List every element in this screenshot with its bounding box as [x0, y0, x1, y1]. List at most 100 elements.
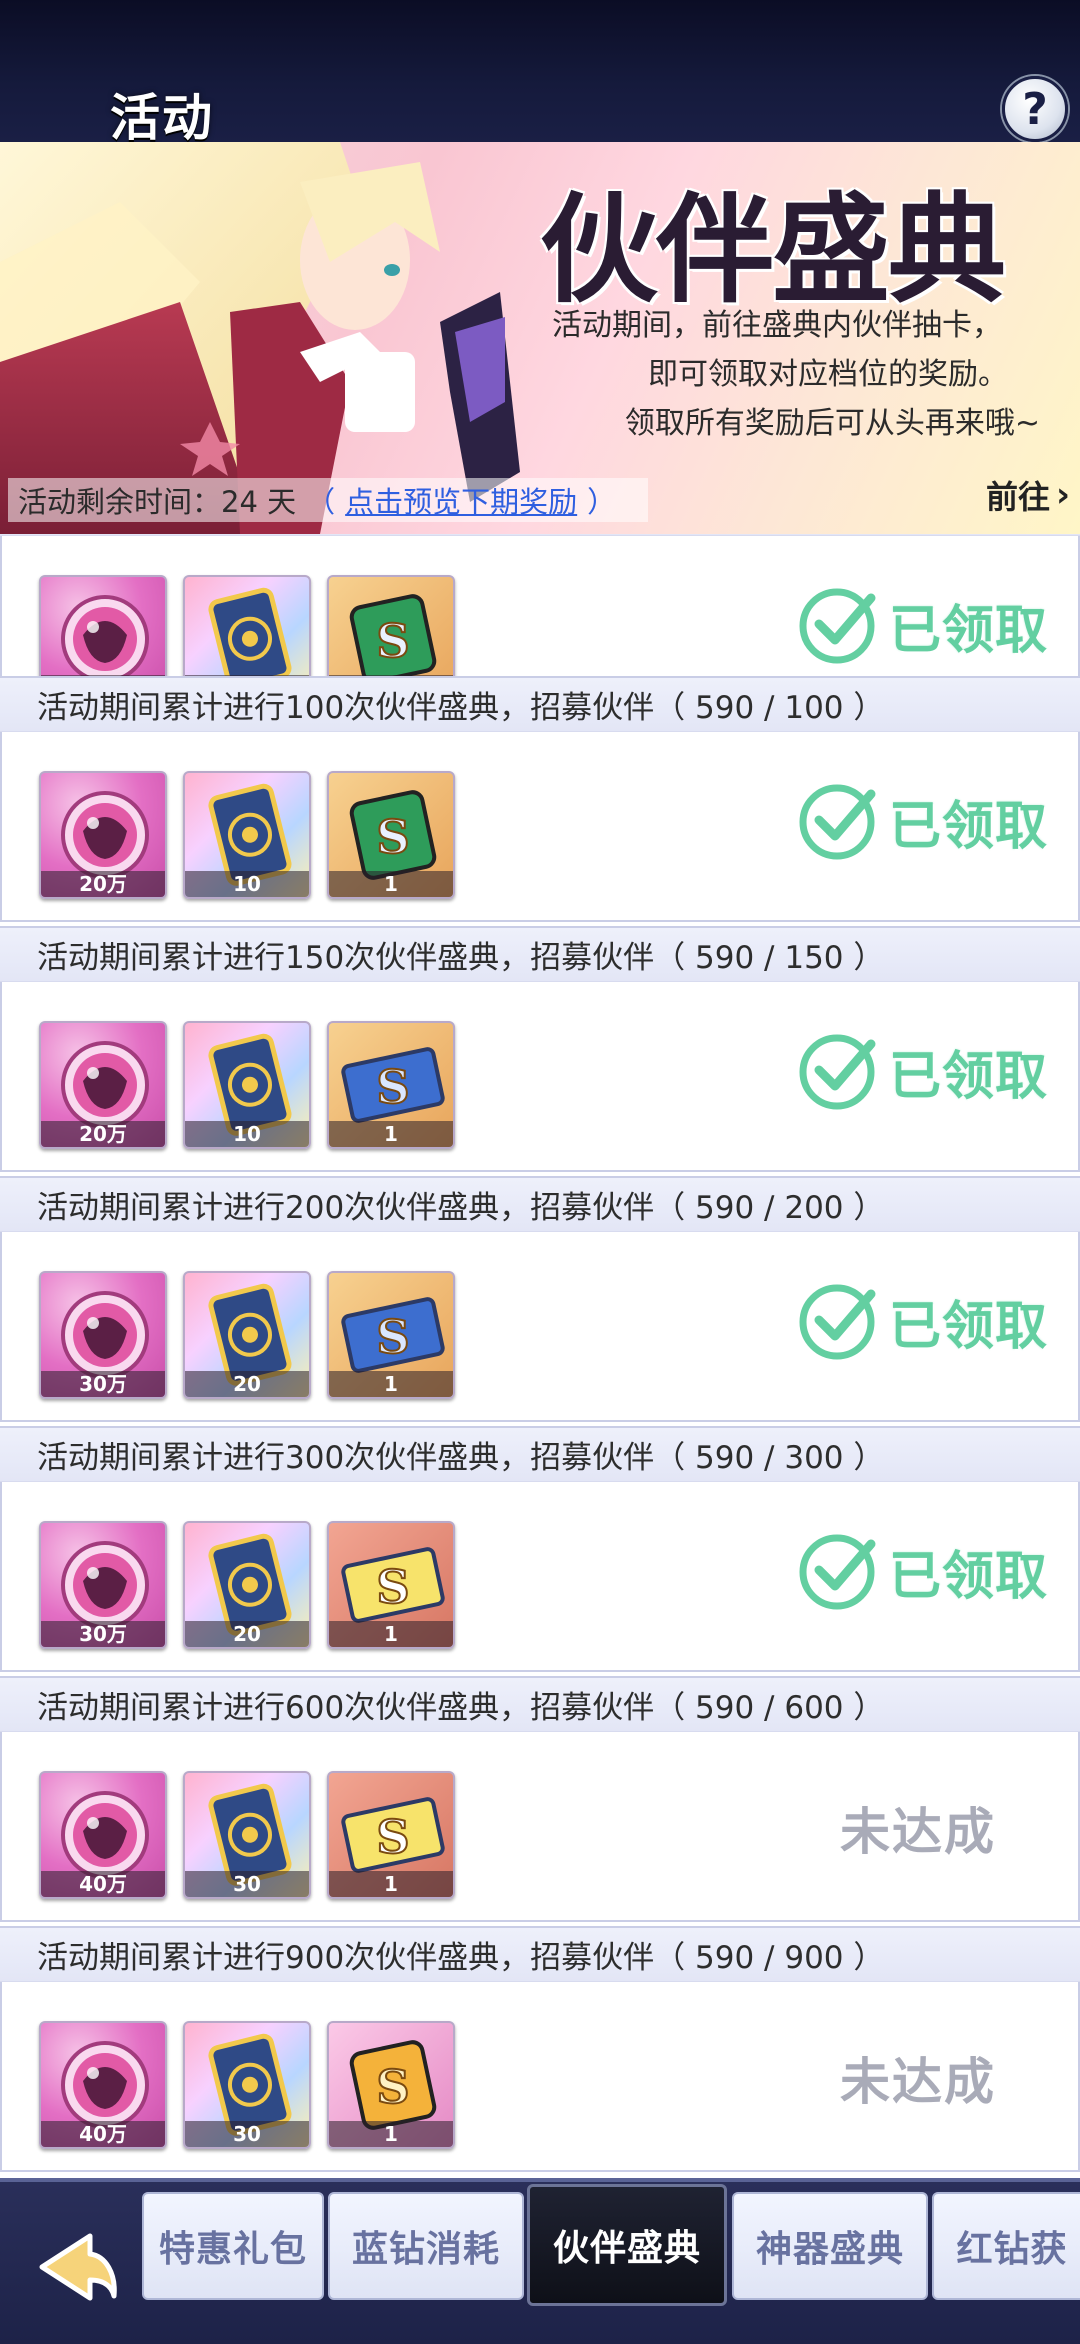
- not-achieved-status: 未达成: [840, 2053, 996, 2111]
- tier-requirement: 活动期间累计进行900次伙伴盛典，招募伙伴（ 590 / 900 ）: [0, 1926, 1080, 1982]
- tier-rewards-row: 40万 30 S 1 未达成: [0, 1982, 1080, 2172]
- tab-1[interactable]: 特惠礼包: [142, 2192, 324, 2300]
- checkmark-circle-icon: [799, 1534, 876, 1610]
- top-bar: 活动 ?: [0, 0, 1080, 147]
- event-banner: 伙伴盛典 活动期间，前往盛典内伙伴抽卡， 即可领取对应档位的奖励。 领取所有奖励…: [0, 142, 1080, 534]
- reward-item[interactable]: 30: [183, 2021, 311, 2149]
- claimed-label: 已领取: [889, 600, 1049, 661]
- reward-tier-list[interactable]: 10万5S1已领取活动期间累计进行100次伙伴盛典，招募伙伴（ 590 / 10…: [0, 534, 1080, 2178]
- checkmark-circle-icon: [799, 1034, 876, 1110]
- reward-count: 20: [185, 1621, 309, 1647]
- reward-count: 20: [185, 1371, 309, 1397]
- help-icon[interactable]: ?: [1002, 76, 1068, 142]
- tab-3[interactable]: 伙伴盛典: [527, 2184, 727, 2306]
- reward-item[interactable]: S1: [327, 771, 455, 899]
- tier-rewards-row: 20万 10 S 1 已领取: [0, 982, 1080, 1172]
- svg-text:S: S: [376, 1560, 409, 1614]
- tier-rewards-row: 40万 30 S 1 未达成: [0, 1732, 1080, 1922]
- claimed-status: 已领取: [797, 1030, 1048, 1112]
- remaining-time-label: 活动剩余时间：24 天: [18, 485, 297, 519]
- not-achieved-status: 未达成: [840, 1803, 996, 1861]
- reward-count: 40万: [41, 2121, 165, 2147]
- reward-tier-card: 活动期间累计进行200次伙伴盛典，招募伙伴（ 590 / 200 ） 30万 20 S…: [0, 1176, 1080, 1422]
- reward-tier-card: 活动期间累计进行300次伙伴盛典，招募伙伴（ 590 / 300 ） 30万 20 S…: [0, 1426, 1080, 1672]
- svg-text:S: S: [376, 1310, 409, 1364]
- reward-item[interactable]: 20万: [39, 771, 167, 899]
- tier-rewards-row: 30万 20 S 1 已领取: [0, 1232, 1080, 1422]
- goto-button[interactable]: 前往 ›: [986, 472, 1070, 518]
- tier-requirement: 活动期间累计进行200次伙伴盛典，招募伙伴（ 590 / 200 ）: [0, 1176, 1080, 1232]
- character-illustration: [0, 142, 520, 534]
- checkmark-circle-icon: [799, 784, 876, 860]
- preview-paren-close: ）: [587, 485, 617, 519]
- reward-item[interactable]: S1: [327, 1271, 455, 1399]
- svg-text:S: S: [376, 614, 409, 668]
- reward-item[interactable]: 30万: [39, 1521, 167, 1649]
- reward-tier-card: 活动期间累计进行150次伙伴盛典，招募伙伴（ 590 / 150 ） 20万 10 S…: [0, 926, 1080, 1172]
- reward-item[interactable]: S1: [327, 1521, 455, 1649]
- reward-count: 1: [329, 1121, 453, 1147]
- reward-count: 10: [185, 1121, 309, 1147]
- reward-count: 30: [185, 1871, 309, 1897]
- back-arrow-icon[interactable]: [20, 2222, 120, 2312]
- tier-requirement: 活动期间累计进行150次伙伴盛典，招募伙伴（ 590 / 150 ）: [0, 926, 1080, 982]
- reward-tier-card: 活动期间累计进行100次伙伴盛典，招募伙伴（ 590 / 100 ） 20万 10 S…: [0, 676, 1080, 922]
- reward-count: 1: [329, 2121, 453, 2147]
- checkmark-circle-icon: [799, 1284, 876, 1360]
- bottom-tab-bar: 特惠礼包 蓝钻消耗 伙伴盛典 神器盛典 红钻获: [0, 2178, 1080, 2344]
- claimed-status: 已领取: [797, 1530, 1048, 1612]
- tier-requirement: 活动期间累计进行600次伙伴盛典，招募伙伴（ 590 / 600 ）: [0, 1676, 1080, 1732]
- reward-count: 1: [329, 1871, 453, 1897]
- svg-text:S: S: [376, 1060, 409, 1114]
- tab-5[interactable]: 红钻获: [932, 2192, 1080, 2300]
- banner-desc-line2: 即可领取对应档位的奖励。: [648, 357, 1008, 392]
- reward-item[interactable]: S1: [327, 1771, 455, 1899]
- claimed-label: 已领取: [889, 1546, 1049, 1607]
- reward-count: 1: [329, 871, 453, 897]
- tab-2[interactable]: 蓝钻消耗: [328, 2192, 524, 2300]
- reward-count: 1: [329, 1621, 453, 1647]
- reward-count: 1: [329, 1371, 453, 1397]
- claimed-status: 已领取: [797, 584, 1048, 666]
- svg-text:S: S: [376, 810, 409, 864]
- reward-count: 20万: [41, 1121, 165, 1147]
- reward-count: 30万: [41, 1621, 165, 1647]
- reward-count: 40万: [41, 1871, 165, 1897]
- preview-paren-open: （: [306, 485, 336, 519]
- tier-requirement: 活动期间累计进行100次伙伴盛典，招募伙伴（ 590 / 100 ）: [0, 676, 1080, 732]
- tier-rewards-row: 30万 20 S 1 已领取: [0, 1482, 1080, 1672]
- reward-item[interactable]: 10: [183, 1021, 311, 1149]
- reward-item[interactable]: 40万: [39, 2021, 167, 2149]
- reward-count: 30万: [41, 1371, 165, 1397]
- reward-item[interactable]: 30: [183, 1771, 311, 1899]
- reward-tier-card: 活动期间累计进行600次伙伴盛典，招募伙伴（ 590 / 600 ） 40万 30 S…: [0, 1676, 1080, 1922]
- preview-next-rewards-link[interactable]: 点击预览下期奖励: [345, 479, 577, 521]
- claimed-status: 已领取: [797, 780, 1048, 862]
- reward-item[interactable]: S1: [327, 2021, 455, 2149]
- svg-text:S: S: [376, 1810, 409, 1864]
- banner-desc-line3: 领取所有奖励后可从头再来哦~: [624, 406, 1040, 441]
- reward-item[interactable]: S1: [327, 1021, 455, 1149]
- reward-count: 30: [185, 2121, 309, 2147]
- remaining-time-bar: 活动剩余时间：24 天 （ 点击预览下期奖励 ）: [8, 478, 648, 522]
- banner-desc-line1: 活动期间，前往盛典内伙伴抽卡，: [552, 308, 1002, 343]
- claimed-label: 已领取: [889, 1046, 1049, 1107]
- checkmark-circle-icon: [799, 588, 876, 664]
- reward-item[interactable]: 40万: [39, 1771, 167, 1899]
- goto-label: 前往: [985, 478, 1050, 516]
- claimed-label: 已领取: [889, 1296, 1049, 1357]
- chevron-right-icon: ›: [1055, 475, 1070, 515]
- tier-rewards-row: 20万 10 S 1 已领取: [0, 732, 1080, 922]
- page-title: 活动: [110, 89, 214, 147]
- tier-requirement: 活动期间累计进行300次伙伴盛典，招募伙伴（ 590 / 300 ）: [0, 1426, 1080, 1482]
- tab-4[interactable]: 神器盛典: [732, 2192, 928, 2300]
- reward-tier-card: 活动期间累计进行900次伙伴盛典，招募伙伴（ 590 / 900 ） 40万 30 S…: [0, 1926, 1080, 2172]
- reward-item[interactable]: 20: [183, 1271, 311, 1399]
- reward-item[interactable]: 10: [183, 771, 311, 899]
- reward-item[interactable]: 20: [183, 1521, 311, 1649]
- svg-text:S: S: [376, 2060, 409, 2114]
- reward-count: 20万: [41, 871, 165, 897]
- claimed-status: 已领取: [797, 1280, 1048, 1362]
- reward-item[interactable]: 30万: [39, 1271, 167, 1399]
- reward-item[interactable]: 20万: [39, 1021, 167, 1149]
